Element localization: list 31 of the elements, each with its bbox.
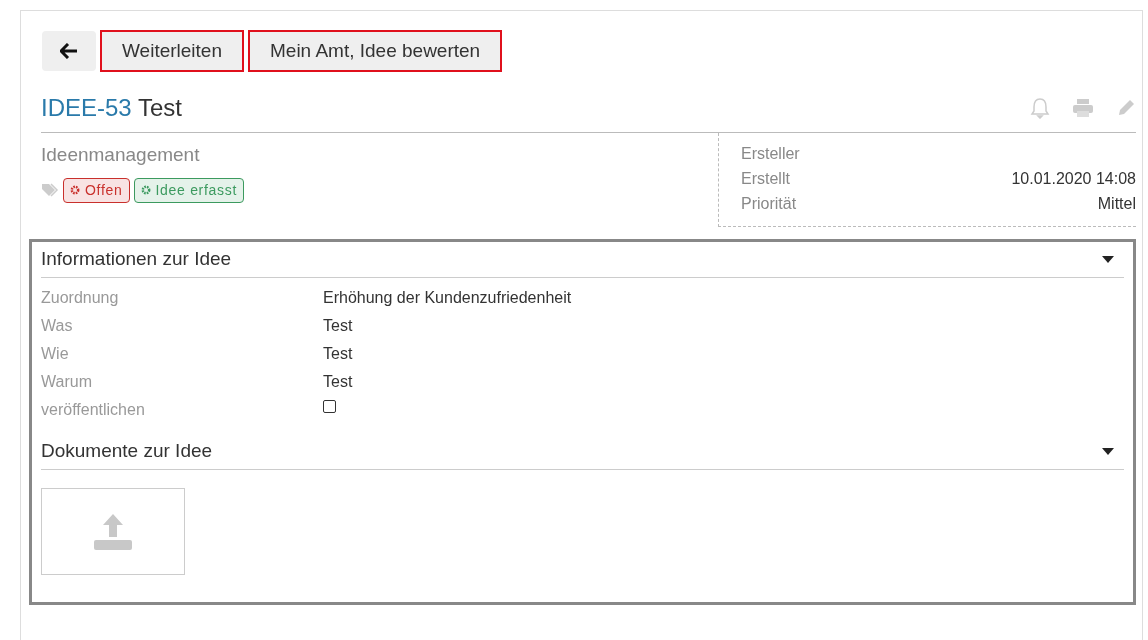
upload-icon bbox=[93, 512, 133, 551]
checkbox[interactable] bbox=[323, 399, 336, 413]
gear-icon bbox=[70, 185, 80, 195]
meta-value: 10.01.2020 14:08 bbox=[1011, 168, 1136, 189]
back-button[interactable] bbox=[42, 31, 96, 71]
toolbar-button[interactable]: Weiterleiten bbox=[100, 30, 244, 72]
field-value: Test bbox=[323, 316, 353, 336]
caret-icon[interactable] bbox=[1102, 447, 1114, 456]
field-label: Warum bbox=[41, 372, 93, 392]
meta-label: Ersteller bbox=[741, 143, 800, 164]
field-label: Wie bbox=[41, 344, 70, 364]
field-value: Test bbox=[323, 372, 353, 392]
field-label: Was bbox=[41, 316, 74, 336]
toolbar-button[interactable]: Mein Amt, Idee bewerten bbox=[248, 30, 503, 72]
meta-label: Priorität bbox=[741, 193, 797, 214]
field-value: Test bbox=[323, 344, 353, 364]
tag-icon bbox=[41, 183, 59, 197]
meta-value: Mittel bbox=[1097, 193, 1136, 214]
field-label: Zuordnung bbox=[41, 288, 120, 308]
field-value: Erhöhung der Kundenzufriedenheit bbox=[323, 288, 572, 308]
back-arrow-icon bbox=[60, 43, 78, 59]
status-tag: Offen bbox=[63, 177, 130, 203]
section-title: Dokumente zur Idee bbox=[41, 439, 213, 464]
gear-icon bbox=[140, 185, 151, 195]
caret-icon[interactable] bbox=[1102, 255, 1114, 264]
status-tag: Idee erfasst bbox=[133, 177, 245, 203]
page-title: IDEE-53 Test bbox=[41, 93, 182, 123]
category-label: Ideenmanagement bbox=[41, 143, 201, 167]
meta-label: Erstellt bbox=[741, 168, 790, 189]
section-title: Informationen zur Idee bbox=[41, 247, 232, 272]
field-label: veröffentlichen bbox=[41, 400, 146, 420]
